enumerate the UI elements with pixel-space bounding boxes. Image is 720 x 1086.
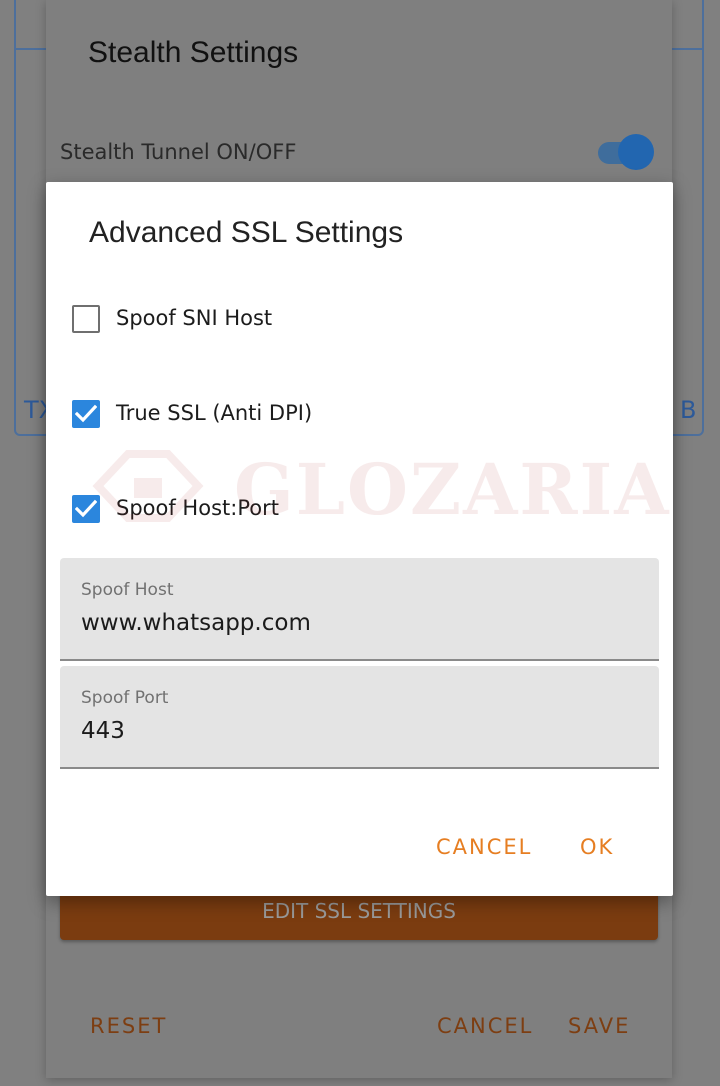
background-b-label: B — [680, 396, 697, 424]
spoof-port-field[interactable]: Spoof Port 443 — [60, 666, 659, 769]
spoof-port-label: Spoof Port — [81, 688, 169, 708]
toggle-knob — [618, 134, 654, 170]
checkbox-checked-icon — [72, 400, 100, 428]
checkbox-label: Spoof Host:Port — [116, 496, 279, 520]
ssl-dialog-title: Advanced SSL Settings — [89, 216, 404, 249]
stealth-cancel-button[interactable]: CANCEL — [437, 1014, 533, 1038]
spoof-host-label: Spoof Host — [81, 580, 174, 600]
save-button[interactable]: SAVE — [568, 1014, 630, 1038]
true-ssl-checkbox[interactable]: True SSL (Anti DPI) — [72, 394, 632, 434]
spoof-host-field[interactable]: Spoof Host www.whatsapp.com — [60, 558, 659, 661]
ok-button[interactable]: OK — [580, 835, 614, 859]
checkbox-label: Spoof SNI Host — [116, 306, 273, 330]
reset-button[interactable]: RESET — [90, 1014, 167, 1038]
spoof-host-port-checkbox[interactable]: Spoof Host:Port — [72, 489, 632, 529]
checkbox-unchecked-icon — [72, 305, 100, 333]
stealth-dialog-title: Stealth Settings — [88, 36, 299, 69]
ssl-cancel-button[interactable]: CANCEL — [436, 835, 532, 859]
spoof-host-value[interactable]: www.whatsapp.com — [81, 610, 311, 636]
stealth-tunnel-label: Stealth Tunnel ON/OFF — [60, 140, 297, 164]
spoof-port-value[interactable]: 443 — [81, 718, 125, 744]
spoof-sni-host-checkbox[interactable]: Spoof SNI Host — [72, 299, 632, 339]
checkbox-checked-icon — [72, 495, 100, 523]
advanced-ssl-dialog: Advanced SSL Settings Spoof SNI Host Tru… — [46, 182, 673, 896]
checkbox-label: True SSL (Anti DPI) — [116, 401, 313, 425]
